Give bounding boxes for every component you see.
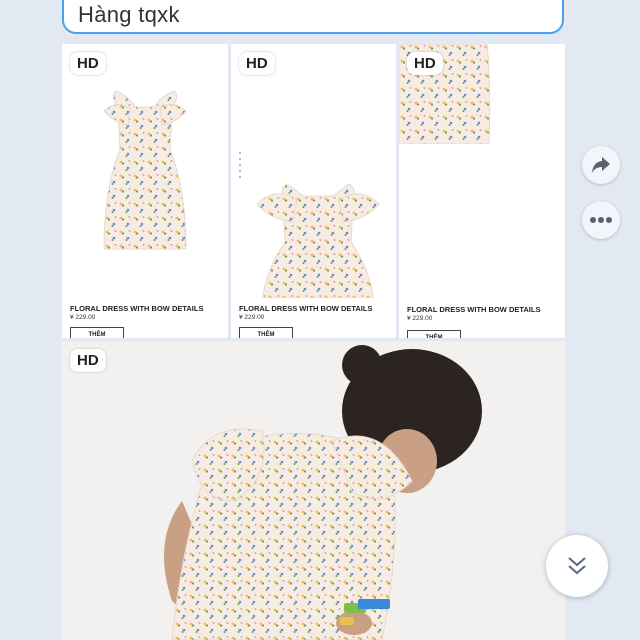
media-tile-1[interactable]: HD FLORAL DRESS WITH BOW DETAILS ¥ 229.0… [62,44,228,338]
dress-image [103,90,187,250]
product-price: ¥ 229.00 [407,315,433,322]
add-to-cart-button: THÊM [70,327,124,338]
more-options-button[interactable] [582,201,620,239]
hd-badge: HD [70,52,106,75]
double-chevron-down-icon [568,557,586,575]
add-to-cart-button: THÊM [239,327,293,338]
media-tile-3[interactable]: HD FLORAL DRESS WITH BOW DETAILS ¥ 229.0… [399,44,565,338]
message-bubble[interactable]: Hàng tqxk [62,0,564,34]
share-arrow-icon [592,157,610,173]
product-price: ¥ 229.00 [70,314,96,321]
message-text: Hàng tqxk [78,2,180,27]
hd-badge: HD [70,349,106,372]
media-tile-photo[interactable]: HD [62,341,565,640]
hd-badge: HD [407,52,443,75]
scroll-to-bottom-button[interactable] [546,535,608,597]
product-name: FLORAL DRESS WITH BOW DETAILS [407,305,541,314]
scroll-dots-decoration [239,152,241,182]
child-photo [164,345,482,640]
hd-badge: HD [239,52,275,75]
dress-image [256,183,380,298]
add-to-cart-button: THÊM [407,330,461,338]
product-name: FLORAL DRESS WITH BOW DETAILS [239,304,373,313]
media-tile-2[interactable]: HD FLORAL DRESS WITH BOW DETAILS ¥ 229.0… [231,44,396,338]
product-name: FLORAL DRESS WITH BOW DETAILS [70,304,204,313]
product-price: ¥ 229.00 [239,314,265,321]
more-dots-icon [590,217,612,223]
share-button[interactable] [582,146,620,184]
